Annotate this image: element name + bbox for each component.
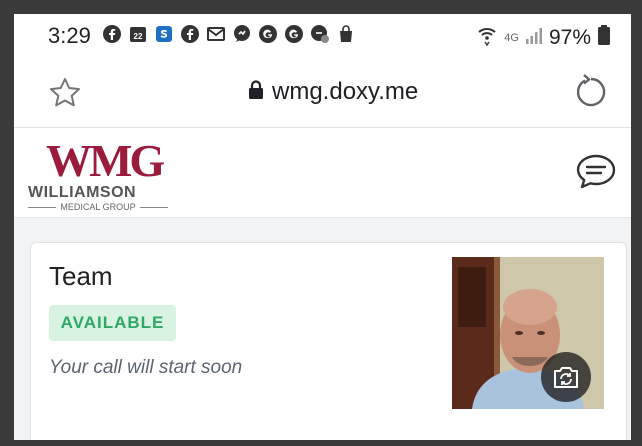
logo-mark: WMG [46,135,165,186]
logo-rule-left [28,206,57,208]
system-icons: 4G 97% [476,24,611,51]
status-time: 3:29 [48,23,91,48]
logo-rule-right [139,206,168,208]
flip-camera-button[interactable] [541,352,591,402]
bookmark-star-icon[interactable] [48,76,82,110]
signal-icon [525,25,543,50]
battery-icon [597,24,611,51]
facebook-icon-2 [180,24,200,44]
assistant-icon [310,24,330,44]
chat-icon[interactable] [575,152,617,192]
flip-camera-icon [554,367,578,388]
waiting-message: Your call will start soon [49,357,243,378]
reload-icon[interactable] [573,74,609,110]
battery-percent: 97% [548,25,591,49]
logo-subtitle: MEDICAL GROUP [28,202,168,212]
provider-title: Team [49,261,113,291]
site-header: WMG WILLIAMSON MEDICAL GROUP [14,128,631,218]
phone-screen: 3:29 22 4G 97% wmg.doxy.me WMG WILLIAMSO… [14,14,631,440]
messenger-icon [232,24,252,44]
calendar-day: 22 [134,32,143,41]
notification-icons: 22 [102,24,356,44]
logo-name: WILLIAMSON [28,184,137,201]
sharepoint-icon [154,24,174,44]
calendar-icon: 22 [128,24,148,44]
network-type: 4G [504,31,519,44]
browser-url-bar: wmg.doxy.me [14,58,631,128]
lock-icon [248,79,264,105]
shopping-bag-icon [336,24,356,44]
waiting-room-card: Team AVAILABLE Your call will start soon [30,242,627,440]
google-icon-2 [284,24,304,44]
url-display[interactable]: wmg.doxy.me [248,78,418,106]
wifi-calling-icon [476,24,498,51]
status-badge: AVAILABLE [49,305,176,341]
google-icon [258,24,278,44]
mail-icon [206,24,226,44]
status-bar: 3:29 22 4G 97% [14,14,631,58]
facebook-icon [102,24,122,44]
site-logo[interactable]: WMG WILLIAMSON MEDICAL GROUP [28,136,170,212]
url-text: wmg.doxy.me [272,78,419,105]
logo-sub-text: MEDICAL GROUP [60,202,136,212]
self-view-video [452,257,604,409]
